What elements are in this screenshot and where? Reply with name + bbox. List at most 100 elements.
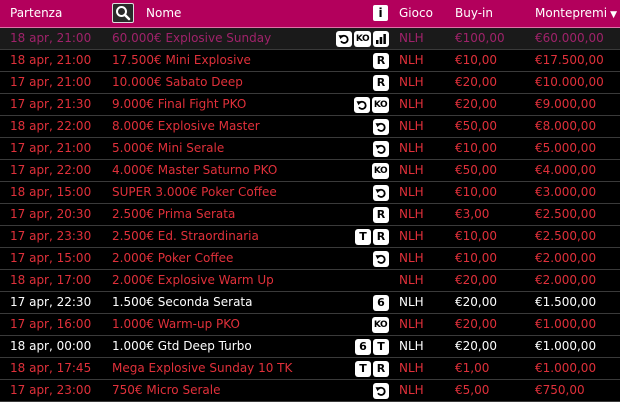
rebuy-icon <box>373 141 389 157</box>
row-start-time: 18 apr, 15:00 <box>10 185 92 199</box>
row-game: NLH <box>399 207 424 221</box>
table-row[interactable]: 17 apr, 23:00 750€ Micro Serale NLH €5,00 €7… <box>0 380 620 402</box>
row-prize: €1.000,00 <box>535 317 597 331</box>
row-start-time: 18 apr, 17:45 <box>10 361 92 375</box>
table-row[interactable]: 18 apr, 15:00 SUPER 3.000€ Poker Coffee NL… <box>0 182 620 204</box>
six-max-icon: 6 <box>355 339 371 355</box>
knockout-icon: KO <box>354 31 371 47</box>
row-tournament-name: SUPER 3.000€ Poker Coffee <box>112 185 277 199</box>
row-badges <box>373 251 389 267</box>
row-prize: €3.000,00 <box>535 185 597 199</box>
table-row[interactable]: 18 apr, 22:00 8.000€ Explosive Master NLH €… <box>0 116 620 138</box>
table-row[interactable]: 18 apr, 21:00 60.000€ Explosive Sunday KO N… <box>0 28 620 50</box>
row-game: NLH <box>399 97 424 111</box>
column-header-start[interactable]: Partenza <box>10 0 62 27</box>
rebuy-icon <box>336 31 352 47</box>
row-badges: KO <box>354 97 389 113</box>
chart-icon <box>373 31 389 47</box>
row-game: NLH <box>399 361 424 375</box>
tournament-table: Partenza Nome i Gioco Buy-in Montepremi ▼… <box>0 0 620 402</box>
row-game: NLH <box>399 119 424 133</box>
row-buyin: €20,00 <box>455 97 497 111</box>
table-header: Partenza Nome i Gioco Buy-in Montepremi ▼ <box>0 0 620 28</box>
row-start-time: 18 apr, 21:00 <box>10 53 92 67</box>
row-tournament-name: 17.500€ Mini Explosive <box>112 53 251 67</box>
column-header-game[interactable]: Gioco <box>399 0 433 27</box>
row-tournament-name: 1.000€ Gtd Deep Turbo <box>112 339 252 353</box>
column-header-name[interactable]: Nome <box>146 0 181 27</box>
row-game: NLH <box>399 383 424 397</box>
row-start-time: 17 apr, 20:30 <box>10 207 92 221</box>
search-button[interactable] <box>112 3 134 23</box>
row-prize: €1.000,00 <box>535 339 597 353</box>
table-row[interactable]: 18 apr, 17:00 2.000€ Explosive Warm Up NLH… <box>0 270 620 292</box>
row-tournament-name: 750€ Micro Serale <box>112 383 221 397</box>
table-row[interactable]: 17 apr, 20:30 2.500€ Prima Serata R NLH €3,0… <box>0 204 620 226</box>
reentry-icon: R <box>373 75 389 91</box>
row-badges: TR <box>355 361 389 377</box>
rebuy-icon <box>373 119 389 135</box>
row-game: NLH <box>399 229 424 243</box>
row-prize: €17.500,00 <box>535 53 604 67</box>
row-start-time: 18 apr, 22:00 <box>10 119 92 133</box>
six-max-icon: 6 <box>373 295 389 311</box>
row-badges: R <box>373 75 389 91</box>
table-row[interactable]: 17 apr, 21:00 5.000€ Mini Serale NLH €10,00… <box>0 138 620 160</box>
row-tournament-name: 9.000€ Final Fight PKO <box>112 97 247 111</box>
row-tournament-name: 5.000€ Mini Serale <box>112 141 225 155</box>
row-buyin: €10,00 <box>455 141 497 155</box>
row-buyin: €50,00 <box>455 119 497 133</box>
row-start-time: 18 apr, 17:00 <box>10 273 92 287</box>
table-row[interactable]: 18 apr, 00:00 1.000€ Gtd Deep Turbo 6 T NLH €… <box>0 336 620 358</box>
reentry-icon: R <box>373 361 389 377</box>
row-badges <box>373 185 389 201</box>
row-prize: €1.500,00 <box>535 295 597 309</box>
knockout-icon: KO <box>372 163 389 179</box>
row-prize: €5.000,00 <box>535 141 597 155</box>
table-row[interactable]: 17 apr, 15:00 2.000€ Poker Coffee NLH €10,0… <box>0 248 620 270</box>
row-tournament-name: 2.500€ Ed. Straordinaria <box>112 229 259 243</box>
row-badges <box>373 119 389 135</box>
row-tournament-name: 2.000€ Explosive Warm Up <box>112 273 274 287</box>
row-prize: €9.000,00 <box>535 97 597 111</box>
row-tournament-name: 1.500€ Seconda Serata <box>112 295 253 309</box>
column-header-buyin[interactable]: Buy-in <box>455 0 493 27</box>
row-badges: 6T <box>355 339 389 355</box>
row-start-time: 17 apr, 16:00 <box>10 317 92 331</box>
row-start-time: 18 apr, 00:00 <box>10 339 92 353</box>
row-tournament-name: 2.500€ Prima Serata <box>112 207 236 221</box>
row-buyin: €10,00 <box>455 251 497 265</box>
row-badges: R <box>373 207 389 223</box>
table-row[interactable]: 18 apr, 17:45 Mega Explosive Sunday 10 TK… <box>0 358 620 380</box>
row-game: NLH <box>399 317 424 331</box>
row-badges: KO <box>336 31 389 47</box>
table-row[interactable]: 17 apr, 16:00 1.000€ Warm-up PKO KO NLH €20,… <box>0 314 620 336</box>
row-start-time: 17 apr, 21:30 <box>10 97 92 111</box>
row-tournament-name: 2.000€ Poker Coffee <box>112 251 234 265</box>
search-icon <box>116 6 131 21</box>
row-prize: €4.000,00 <box>535 163 597 177</box>
rebuy-icon <box>354 97 370 113</box>
row-buyin: €20,00 <box>455 339 497 353</box>
row-start-time: 17 apr, 15:00 <box>10 251 92 265</box>
row-prize: €1.000,00 <box>535 361 597 375</box>
table-body: 18 apr, 21:00 60.000€ Explosive Sunday KO N… <box>0 28 620 402</box>
row-start-time: 17 apr, 23:00 <box>10 383 92 397</box>
table-row[interactable]: 17 apr, 22:00 4.000€ Master Saturno PKO KO… <box>0 160 620 182</box>
row-prize: €2.000,00 <box>535 273 597 287</box>
table-row[interactable]: 17 apr, 22:30 1.500€ Seconda Serata 6 NLH €2… <box>0 292 620 314</box>
table-row[interactable]: 18 apr, 21:00 17.500€ Mini Explosive R NLH €… <box>0 50 620 72</box>
row-badges: 6 <box>373 295 389 311</box>
row-game: NLH <box>399 295 424 309</box>
table-row[interactable]: 17 apr, 21:30 9.000€ Final Fight PKO KO NLH… <box>0 94 620 116</box>
column-header-prize[interactable]: Montepremi ▼ <box>535 0 617 27</box>
table-row[interactable]: 17 apr, 21:00 10.000€ Sabato Deep R NLH €20,… <box>0 72 620 94</box>
info-icon[interactable]: i <box>373 5 388 21</box>
table-row[interactable]: 17 apr, 23:30 2.500€ Ed. Straordinaria T R N… <box>0 226 620 248</box>
row-prize: €2.000,00 <box>535 251 597 265</box>
row-tournament-name: 1.000€ Warm-up PKO <box>112 317 240 331</box>
row-prize: €2.500,00 <box>535 207 597 221</box>
row-buyin: €10,00 <box>455 53 497 67</box>
row-buyin: €20,00 <box>455 75 497 89</box>
row-game: NLH <box>399 75 424 89</box>
